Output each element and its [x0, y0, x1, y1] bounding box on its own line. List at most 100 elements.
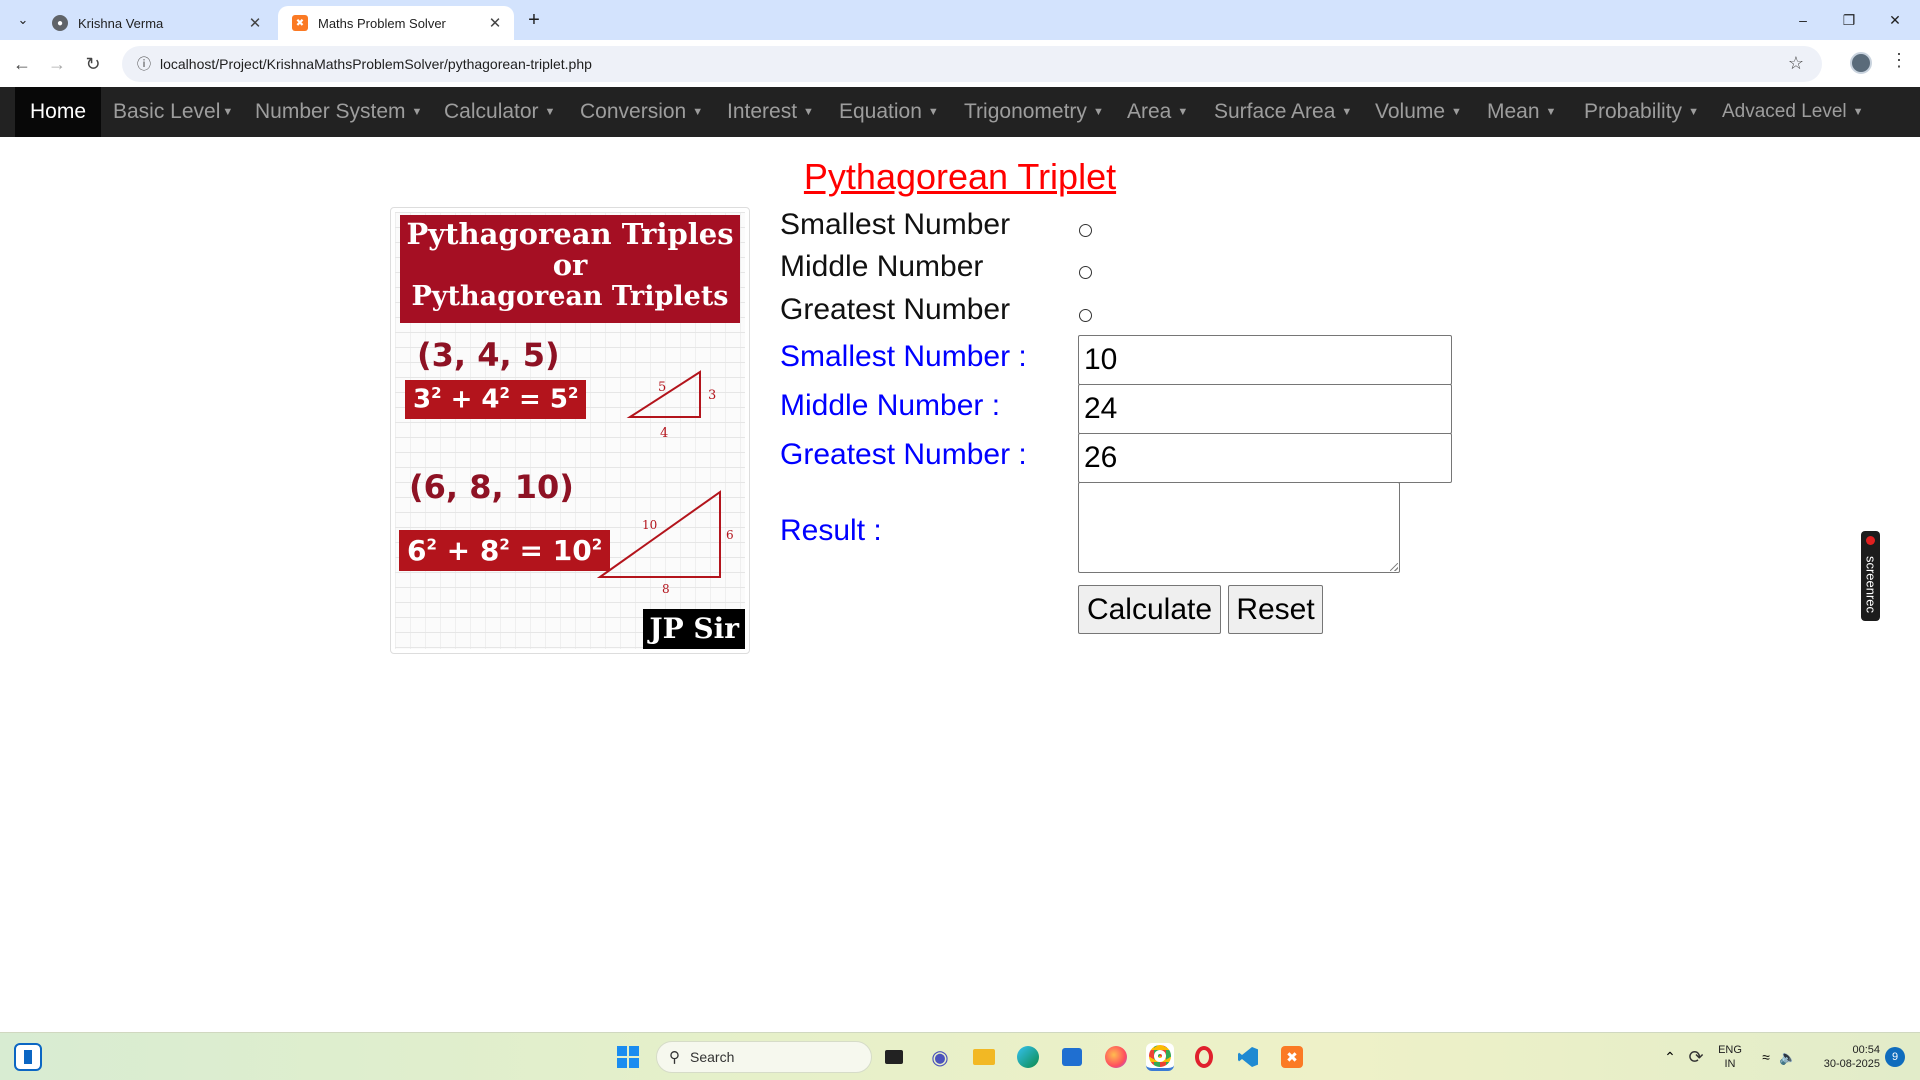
equation-2: 62 + 82 = 102 — [399, 530, 611, 571]
nav-calculator[interactable]: Calculator ▼ — [444, 87, 555, 137]
xampp-icon: ✖ — [292, 15, 308, 31]
tab-search-button[interactable]: ⌄ — [10, 8, 36, 32]
forward-arrow-icon[interactable]: → — [43, 50, 71, 78]
caret-down-icon: ▼ — [1177, 106, 1189, 118]
new-tab-button[interactable]: + — [520, 8, 548, 32]
windows-start-icon[interactable] — [614, 1043, 642, 1071]
tri2-base: 8 — [662, 582, 670, 596]
chrome-icon[interactable] — [1146, 1043, 1174, 1071]
notification-badge[interactable]: 9 — [1885, 1047, 1905, 1067]
image-canvas: Pythagorean Triples or Pythagorean Tripl… — [395, 212, 745, 649]
url-text[interactable]: localhost/Project/KrishnaMathsProblemSol… — [160, 56, 592, 72]
browser-toolbar: ← → ↻ ⓘ localhost/Project/KrishnaMathsPr… — [0, 40, 1920, 87]
nav-probability[interactable]: Probability ▼ — [1584, 87, 1699, 137]
pythagorean-triples-image: Pythagorean Triples or Pythagorean Tripl… — [390, 207, 750, 654]
clock[interactable]: 00:54 30-08-2025 — [1806, 1043, 1880, 1071]
image-banner: Pythagorean Triples or Pythagorean Tripl… — [400, 215, 740, 323]
triple-example-2: (6, 8, 10) — [409, 468, 574, 506]
middle-number-input[interactable]: 24 — [1078, 384, 1452, 434]
opera-icon[interactable] — [1190, 1043, 1218, 1071]
vscode-icon[interactable] — [1234, 1043, 1262, 1071]
caret-down-icon: ▼ — [411, 106, 423, 118]
nav-mean[interactable]: Mean ▼ — [1487, 87, 1556, 137]
minimize-window-button[interactable]: – — [1780, 6, 1826, 34]
close-tab-icon[interactable]: ✕ — [246, 14, 264, 32]
browser-menu-icon[interactable]: ⋮ — [1890, 50, 1908, 71]
nav-area[interactable]: Area ▼ — [1127, 87, 1188, 137]
nav-label: Number System — [255, 100, 406, 123]
nav-label: Calculator — [444, 100, 539, 123]
tri2-hyp: 10 — [642, 518, 657, 532]
widgets-icon[interactable] — [14, 1043, 42, 1071]
address-bar[interactable]: ⓘ localhost/Project/KrishnaMathsProblemS… — [122, 46, 1822, 82]
language-indicator[interactable]: ENG IN — [1716, 1043, 1744, 1071]
site-navbar: Home Basic Level ▼ Number System ▼ Calcula… — [0, 87, 1920, 137]
equation-1: 32 + 42 = 52 — [405, 380, 587, 419]
reset-button[interactable]: Reset — [1228, 585, 1323, 634]
caret-down-icon: ▼ — [927, 106, 939, 118]
nav-label: Probability — [1584, 100, 1683, 123]
tab-title: Maths Problem Solver — [318, 15, 446, 31]
restore-window-button[interactable]: ❐ — [1826, 6, 1872, 34]
xampp-icon[interactable]: ✖ — [1278, 1043, 1306, 1071]
nav-conversion[interactable]: Conversion ▼ — [580, 87, 703, 137]
eq2-exp-b: 2 — [499, 535, 510, 554]
nav-home[interactable]: Home — [15, 87, 102, 137]
nav-trigonometry[interactable]: Trigonometry ▼ — [964, 87, 1104, 137]
eq1-c: 5 — [549, 384, 568, 415]
eq2-exp-a: 2 — [426, 535, 437, 554]
close-tab-icon[interactable]: ✕ — [486, 14, 504, 32]
taskbar-search-box[interactable]: ⚲ Search — [656, 1041, 872, 1073]
caret-down-icon: ▼ — [1092, 106, 1104, 118]
caret-down-icon: ▼ — [692, 106, 704, 118]
middle-number-radio[interactable] — [1079, 266, 1092, 279]
caret-down-icon: ▼ — [1852, 106, 1864, 118]
page-title: Pythagorean Triplet — [803, 156, 1117, 197]
edge-browser-icon[interactable] — [1014, 1043, 1042, 1071]
bookmark-star-icon[interactable]: ☆ — [1788, 53, 1804, 74]
region-code: IN — [1724, 1058, 1736, 1070]
nav-advanced-level[interactable]: Advaced Level ▼ — [1722, 87, 1864, 137]
tri1-base: 4 — [660, 426, 668, 441]
nav-basic-level[interactable]: Basic Level ▼ — [113, 87, 233, 137]
firefox-icon[interactable] — [1102, 1043, 1130, 1071]
search-icon: ⚲ — [669, 1049, 680, 1066]
site-info-icon[interactable]: ⓘ — [128, 54, 160, 74]
middle-number-label: Middle Number : — [780, 389, 1001, 422]
smallest-number-radio[interactable] — [1079, 224, 1092, 237]
teams-chat-icon[interactable]: ◉ — [926, 1043, 954, 1071]
nav-volume[interactable]: Volume ▼ — [1375, 87, 1462, 137]
nav-label: Interest — [727, 100, 798, 123]
greatest-number-radio[interactable] — [1079, 309, 1092, 322]
nav-number-system[interactable]: Number System ▼ — [255, 87, 422, 137]
option-greatest-label: Greatest Number — [780, 293, 1011, 326]
microsoft-store-icon[interactable] — [1058, 1043, 1086, 1071]
sync-icon[interactable]: ⟳ — [1682, 1043, 1710, 1071]
language-code: ENG — [1718, 1044, 1742, 1056]
volume-muted-icon[interactable]: 🔈 — [1774, 1043, 1802, 1071]
task-view-icon[interactable] — [880, 1043, 908, 1071]
close-window-button[interactable]: ✕ — [1872, 6, 1918, 34]
resize-grip-icon[interactable] — [1390, 563, 1398, 571]
smallest-number-input[interactable]: 10 — [1078, 335, 1452, 385]
file-explorer-icon[interactable] — [970, 1043, 998, 1071]
greatest-number-input[interactable]: 26 — [1078, 433, 1452, 483]
nav-label: Basic Level — [113, 100, 221, 123]
browser-tab-maths-problem-solver[interactable]: ✖ Maths Problem Solver ✕ — [278, 6, 514, 40]
screenrec-widget[interactable]: screenrec — [1861, 531, 1880, 621]
nav-equation[interactable]: Equation ▼ — [839, 87, 939, 137]
nav-label: Mean — [1487, 100, 1540, 123]
nav-surface-area[interactable]: Surface Area ▼ — [1214, 87, 1352, 137]
nav-label: Surface Area — [1214, 100, 1336, 123]
back-arrow-icon[interactable]: ← — [8, 50, 36, 78]
calculate-button[interactable]: Calculate — [1078, 585, 1221, 634]
search-placeholder: Search — [690, 1049, 735, 1065]
nav-interest[interactable]: Interest ▼ — [727, 87, 814, 137]
result-textarea[interactable] — [1078, 482, 1400, 573]
triangle-3-4-5-icon: 5 3 4 — [626, 370, 716, 441]
profile-avatar[interactable] — [1850, 52, 1872, 74]
reload-icon[interactable]: ↻ — [79, 50, 107, 78]
browser-tab-krishna-verma[interactable]: ● Krishna Verma ✕ — [38, 6, 274, 40]
chevron-up-icon[interactable]: ⌃ — [1656, 1043, 1684, 1071]
eq2-b: 8 — [479, 534, 500, 567]
